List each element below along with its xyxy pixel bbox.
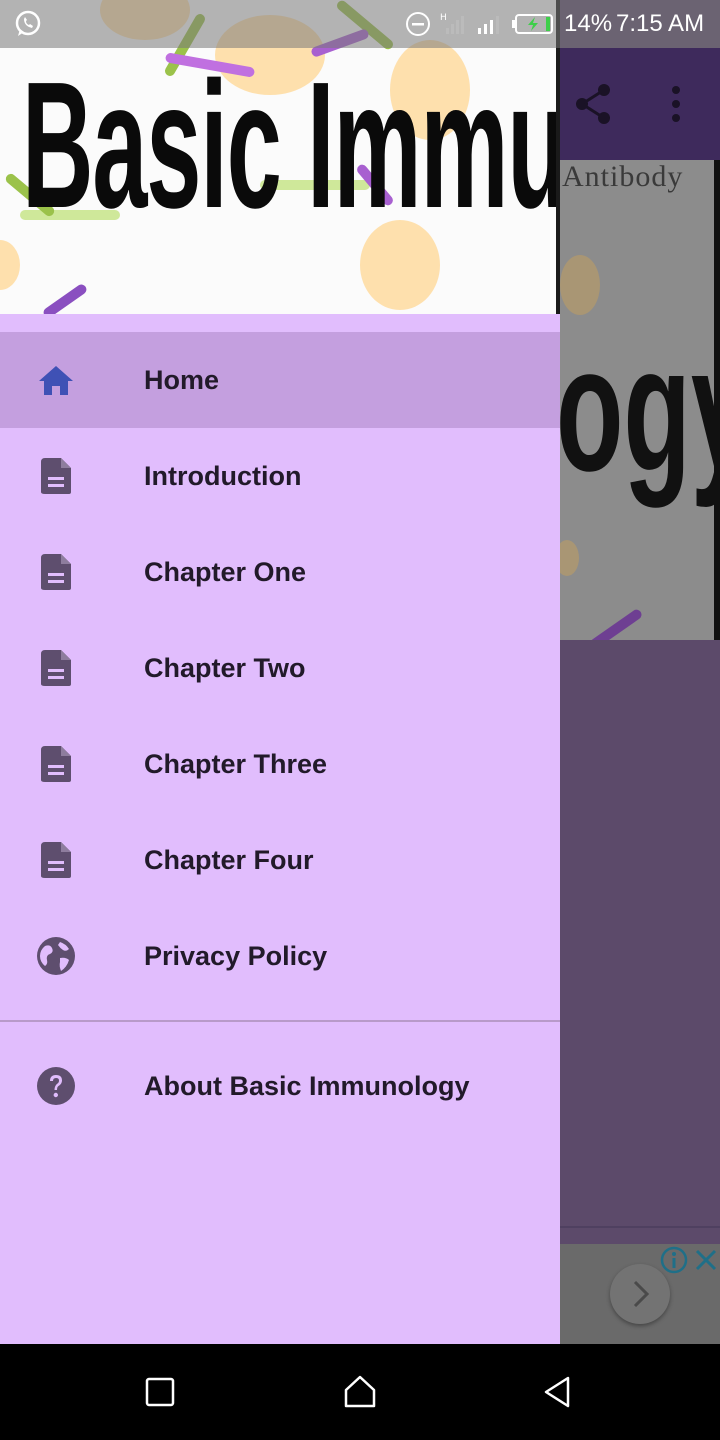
document-icon [36, 648, 76, 688]
banner-decoration [588, 607, 644, 640]
menu-item-chapter-four[interactable]: Chapter Four [0, 812, 560, 908]
dnd-icon [404, 0, 432, 48]
status-bar: H 14% 7:15 AM [0, 0, 720, 48]
ad-info-button[interactable] [660, 1246, 688, 1274]
menu-item-chapter-two[interactable]: Chapter Two [0, 620, 560, 716]
drawer-header-title: Basic Immunology [22, 45, 556, 246]
whatsapp-icon [14, 0, 42, 48]
menu-item-label: About Basic Immunology [144, 1070, 470, 1101]
back-icon [544, 1376, 570, 1408]
banner-title-fragment: ogy [556, 309, 714, 508]
ad-divider [560, 1226, 720, 1228]
menu-item-chapter-one[interactable]: Chapter One [0, 524, 560, 620]
banner-decoration [560, 255, 600, 315]
battery-icon [512, 0, 556, 48]
share-icon [576, 84, 610, 124]
ad-close-button[interactable] [692, 1246, 720, 1274]
globe-icon [36, 936, 76, 976]
more-options-button[interactable] [660, 82, 692, 126]
menu-item-about[interactable]: About Basic Immunology [0, 1038, 560, 1134]
menu-item-chapter-three[interactable]: Chapter Three [0, 716, 560, 812]
header-decoration [0, 240, 20, 290]
info-icon [660, 1246, 688, 1274]
menu-item-label: Introduction [144, 460, 302, 491]
menu-item-label: Chapter One [144, 556, 307, 587]
share-button[interactable] [572, 82, 616, 126]
menu-item-introduction[interactable]: Introduction [0, 428, 560, 524]
svg-text:H: H [440, 13, 447, 23]
home-nav-icon [344, 1375, 376, 1408]
menu-item-privacy-policy[interactable]: Privacy Policy [0, 908, 560, 1004]
header-decoration [41, 282, 89, 314]
banner-caption: Antibody [562, 160, 684, 193]
menu-item-label: Chapter Four [144, 844, 314, 875]
recents-button[interactable] [136, 1368, 184, 1416]
menu-item-label: Privacy Policy [144, 940, 328, 971]
signal-icon [476, 0, 506, 48]
document-icon [36, 840, 76, 880]
menu-item-label: Chapter Three [144, 748, 328, 779]
recents-icon [145, 1377, 175, 1407]
document-icon [36, 552, 76, 592]
signal-icon: H [440, 0, 470, 48]
battery-percentage: 14% [564, 10, 613, 37]
banner-border [714, 160, 720, 640]
menu-item-home[interactable]: Home [0, 332, 560, 428]
menu-item-label: Chapter Two [144, 652, 306, 683]
help-icon [36, 1066, 76, 1106]
status-time: 7:15 AM [616, 10, 705, 37]
home-icon [36, 360, 76, 400]
navigation-drawer: Basic Immunology Home Introduction [0, 0, 560, 1344]
system-nav-bar [0, 1344, 720, 1440]
home-nav-button[interactable] [336, 1368, 384, 1416]
document-icon [36, 744, 76, 784]
close-icon [695, 1249, 717, 1271]
menu-divider [0, 1020, 560, 1022]
back-button[interactable] [534, 1368, 582, 1416]
more-vert-icon [672, 86, 680, 122]
menu-item-label: Home [144, 364, 220, 395]
document-icon [36, 456, 76, 496]
